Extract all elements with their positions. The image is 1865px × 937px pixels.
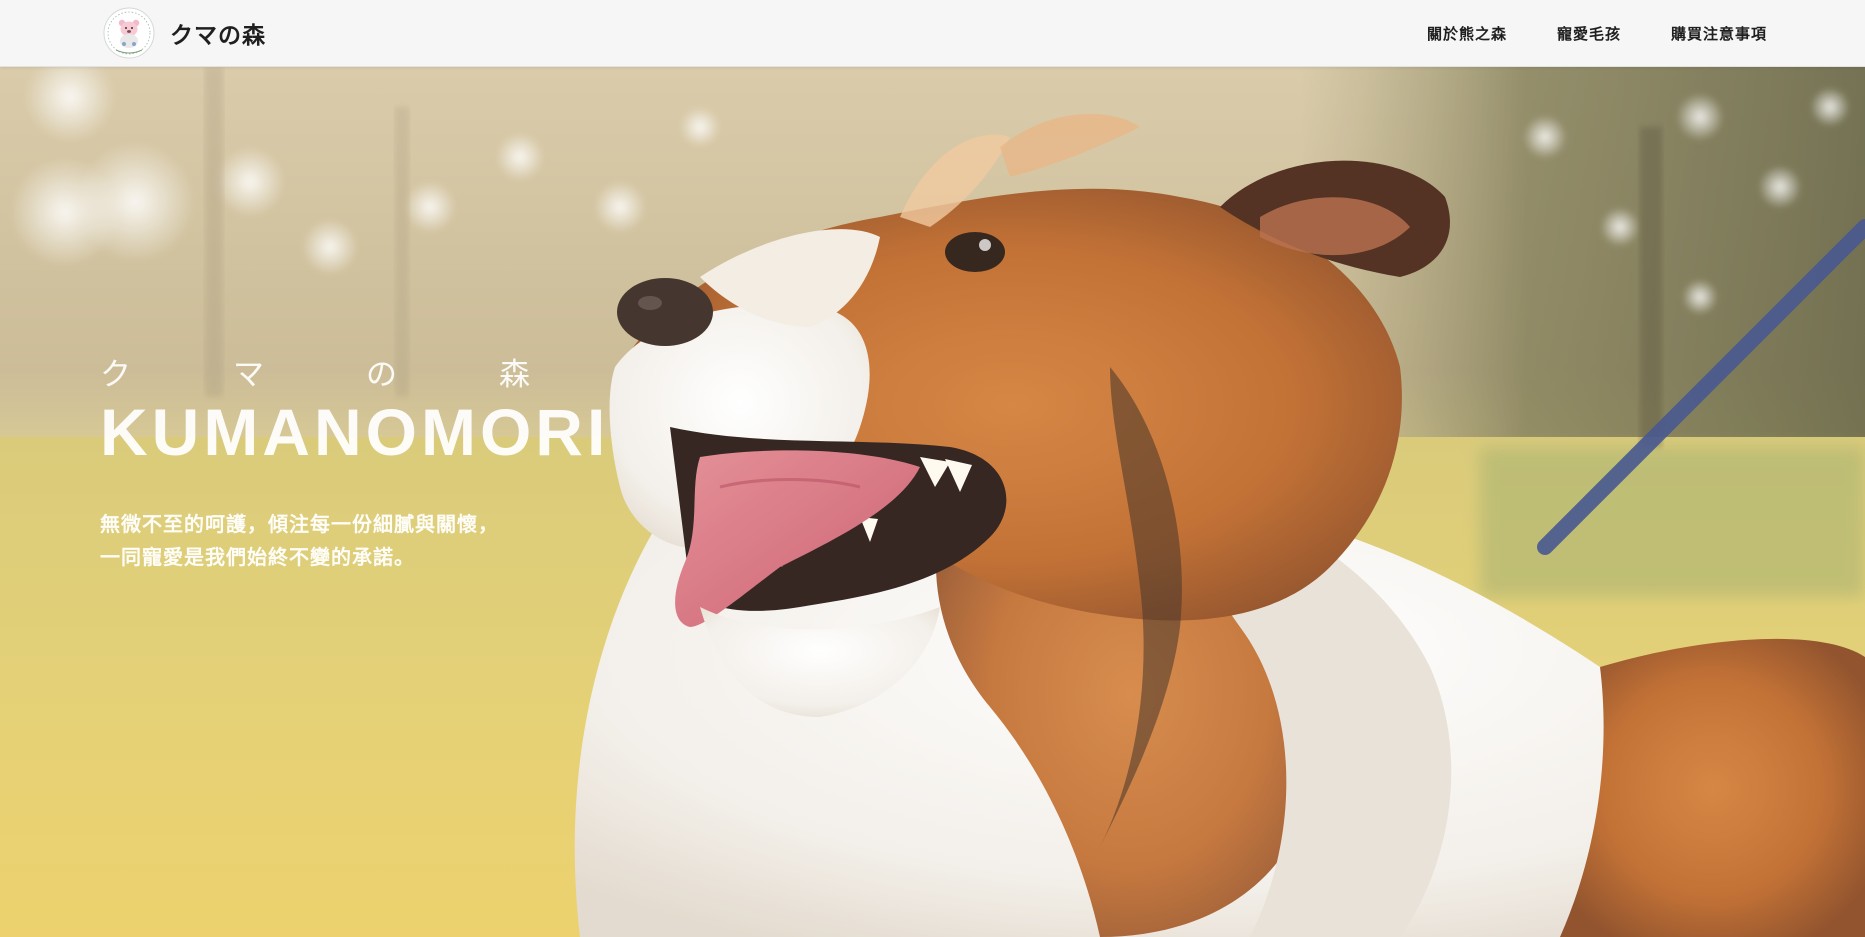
hero-kana-char: ク — [100, 357, 131, 393]
hero-title: KUMANOMORI — [100, 395, 610, 469]
hero-description-line: 無微不至的呵護，傾注每一份細膩與關懷， — [100, 512, 499, 536]
brand-home-link[interactable]: クマの森 — [102, 6, 266, 60]
hero-copy: ク マ の 森 KUMANOMORI 無微不至的呵護，傾注每一份細膩與關懷， 一… — [100, 354, 660, 574]
page: クマの森 關於熊之森 寵愛毛孩 購買注意事項 ク マ の 森 KUMANOMOR… — [0, 0, 1865, 937]
hero-section: ク マ の 森 KUMANOMORI 無微不至的呵護，傾注每一份細膩與關懷， 一… — [0, 67, 1865, 937]
nav-link-pets[interactable]: 寵愛毛孩 — [1557, 23, 1621, 44]
hero-description: 無微不至的呵護，傾注每一份細膩與關懷， 一同寵愛是我們始終不變的承諾。 — [100, 508, 660, 574]
hero-description-line: 一同寵愛是我們始終不變的承諾。 — [100, 545, 415, 569]
hero-kana-char: の — [366, 357, 397, 393]
hero-kana-heading: ク マ の 森 — [100, 354, 530, 396]
hero-kana-char: 森 — [499, 357, 530, 393]
nav-link-about[interactable]: 關於熊之森 — [1427, 23, 1507, 44]
bear-logo-icon — [103, 7, 155, 59]
brand-name: クマの森 — [170, 23, 266, 49]
nav-link-purchase-notes[interactable]: 購買注意事項 — [1671, 23, 1767, 44]
hero-kana-char: マ — [233, 357, 264, 393]
site-header: クマの森 關於熊之森 寵愛毛孩 購買注意事項 — [0, 0, 1865, 67]
main-nav: 關於熊之森 寵愛毛孩 購買注意事項 — [1377, 0, 1767, 66]
